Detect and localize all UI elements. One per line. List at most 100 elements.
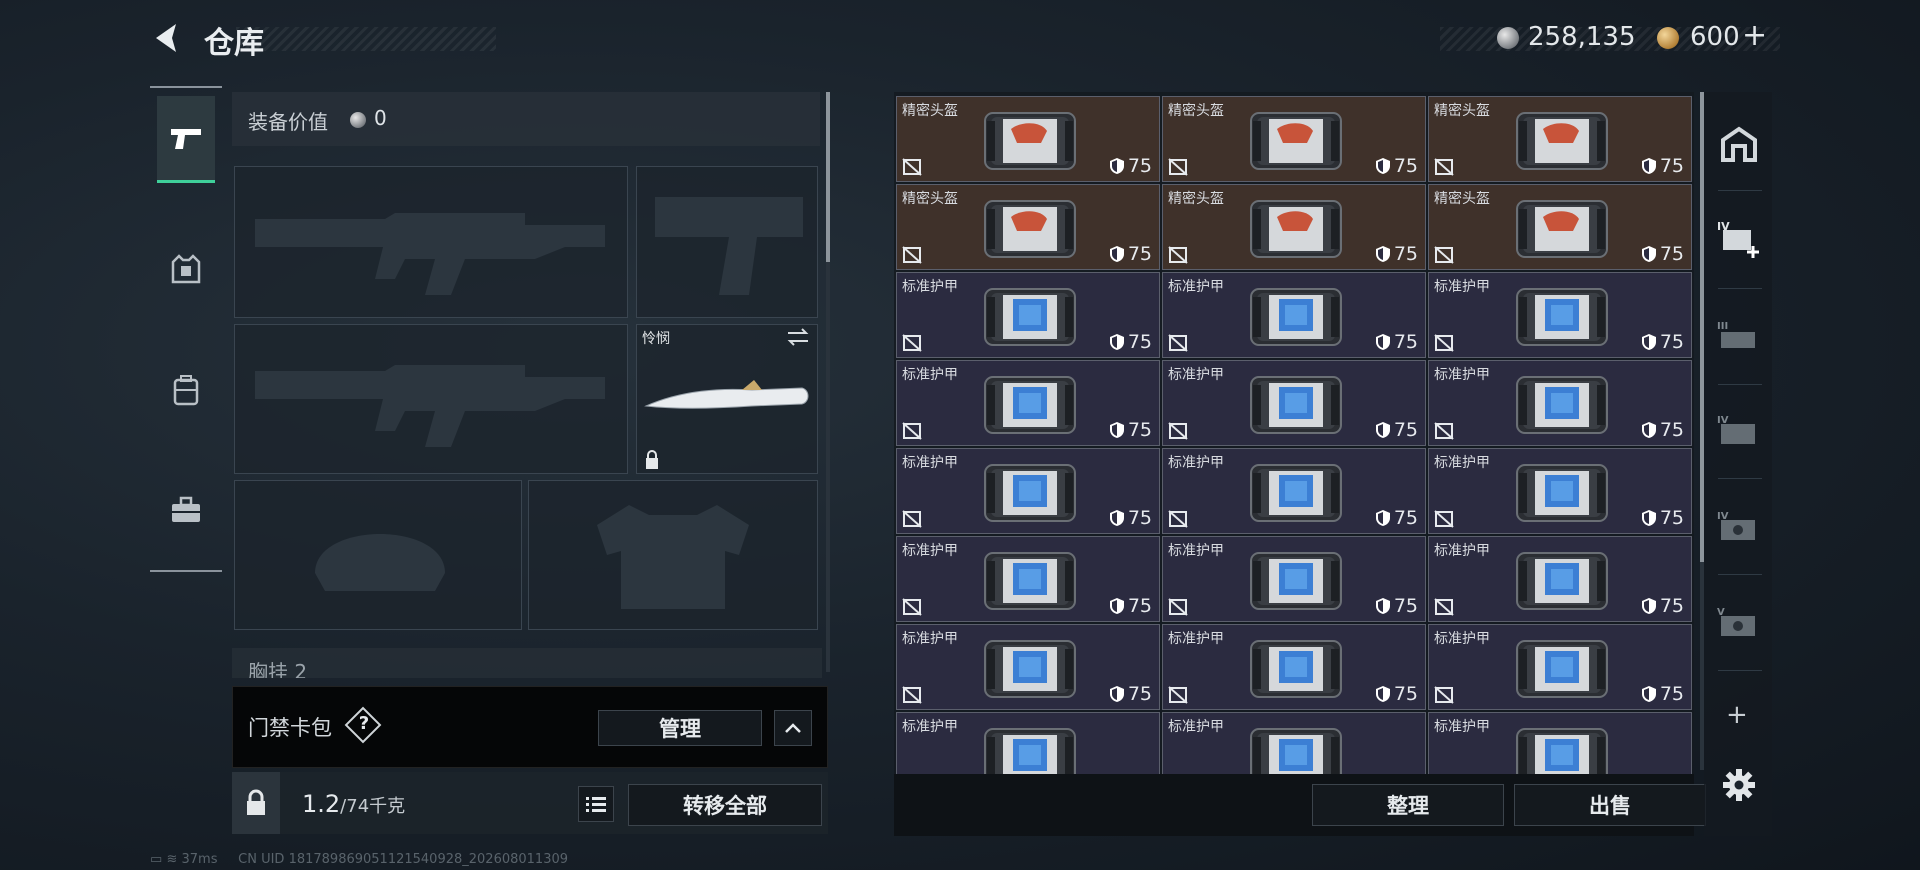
grid-item[interactable]: 标准护甲75 — [896, 360, 1160, 446]
grid-item[interactable]: 标准护甲75 — [896, 448, 1160, 534]
capacity-lock-button[interactable] — [232, 772, 280, 834]
svg-text:III: III — [1717, 321, 1728, 332]
durability-value: 75 — [1659, 595, 1684, 617]
no-insurance-icon — [1434, 510, 1454, 528]
grid-item[interactable]: 标准护甲75 — [896, 624, 1160, 710]
storage-tab-5[interactable]: IV — [1712, 484, 1766, 568]
grid-item[interactable]: 标准护甲75 — [1428, 536, 1692, 622]
pistol-silhouette-icon — [655, 197, 803, 295]
durability: 75 — [1375, 155, 1418, 177]
durability: 75 — [1375, 331, 1418, 353]
grid-item[interactable]: 标准护甲 75 — [1428, 448, 1692, 534]
armor-case-icon — [1516, 288, 1608, 346]
secondary-weapon-slot[interactable] — [234, 324, 628, 474]
durability: 75 — [1109, 155, 1152, 177]
armor-case-icon — [984, 728, 1076, 774]
durability: 75 — [1641, 507, 1684, 529]
no-insurance-icon — [1434, 422, 1454, 440]
sell-button[interactable]: 出售 — [1514, 784, 1706, 826]
no-insurance-icon — [1434, 158, 1454, 176]
grid-item[interactable]: 标准护甲75 — [1162, 448, 1426, 534]
grid-item[interactable]: 标准护甲75 — [1428, 624, 1692, 710]
no-insurance-icon — [1168, 334, 1188, 352]
storage-tab-expand-iv[interactable]: IV — [1712, 196, 1766, 280]
add-storage-button[interactable]: + — [1726, 700, 1748, 730]
grid-item[interactable]: 标准护甲 — [1428, 712, 1692, 774]
grid-item[interactable]: 标准护甲 — [1162, 712, 1426, 774]
primary-weapon-slot[interactable] — [234, 166, 628, 318]
keycard-label: 门禁卡包 — [248, 716, 332, 740]
grid-item[interactable]: 标准护甲75 — [1428, 360, 1692, 446]
no-insurance-icon — [1168, 246, 1188, 264]
durability: 75 — [1375, 595, 1418, 617]
grid-item[interactable]: 标准护甲75 — [896, 272, 1160, 358]
warehouse-grid: 精密头盔 75 精密头盔 75 精密头盔 75 精密头盔 75 精密头盔 75 精密头盔 75 标准护甲… — [896, 96, 1694, 774]
add-currency-button[interactable]: + — [1742, 18, 1767, 53]
manage-button[interactable]: 管理 — [598, 710, 762, 746]
armor-slot[interactable] — [528, 480, 818, 630]
durability-value: 75 — [1127, 419, 1152, 441]
swap-icon[interactable] — [786, 328, 810, 346]
grid-item[interactable]: 精密头盔 75 — [896, 96, 1160, 182]
grid-item[interactable]: 标准护甲75 — [1162, 360, 1426, 446]
gold-coin-icon — [1657, 27, 1679, 49]
equipment-value: 0 — [374, 106, 387, 130]
silver-coin-icon — [1497, 27, 1519, 49]
grid-item[interactable]: 标准护甲75 — [1162, 536, 1426, 622]
armor-case-icon — [984, 376, 1076, 434]
armor-case-icon — [984, 552, 1076, 610]
nav-tab-armor[interactable] — [157, 222, 215, 318]
shield-icon — [1641, 686, 1656, 702]
durability-value: 75 — [1659, 155, 1684, 177]
no-insurance-icon — [1168, 422, 1188, 440]
sidearm-slot[interactable] — [636, 166, 818, 318]
shield-icon — [1375, 246, 1390, 262]
item-name: 标准护甲 — [1168, 367, 1224, 383]
grid-item[interactable]: 精密头盔 75 — [1162, 184, 1426, 270]
lock-icon — [247, 789, 265, 815]
storage-tab-6[interactable]: V — [1712, 580, 1766, 664]
grid-item[interactable]: 标准护甲75 — [896, 536, 1160, 622]
nav-tab-backpack[interactable] — [157, 342, 215, 438]
durability: 75 — [1641, 683, 1684, 705]
grid-item[interactable]: 标准护甲75 — [896, 712, 1160, 774]
storage-tab-4[interactable]: IV — [1712, 388, 1766, 472]
nav-tab-weapons[interactable] — [157, 96, 215, 183]
grid-item[interactable]: 精密头盔 75 — [1162, 96, 1426, 182]
equipment-scrollbar-thumb[interactable] — [826, 92, 830, 262]
list-icon — [586, 797, 606, 812]
durability-value: 75 — [1659, 507, 1684, 529]
shield-icon — [1109, 334, 1124, 350]
tab-divider — [1718, 670, 1762, 671]
collapse-button[interactable] — [774, 710, 812, 746]
no-insurance-icon — [1434, 598, 1454, 616]
grid-item[interactable]: 精密头盔 75 — [1428, 184, 1692, 270]
item-name: 标准护甲 — [1434, 455, 1490, 471]
grid-item[interactable]: 标准护甲75 — [1162, 624, 1426, 710]
armor-case-icon — [1516, 640, 1608, 698]
no-insurance-icon — [1434, 686, 1454, 704]
durability-value: 75 — [1659, 331, 1684, 353]
armor-case-icon — [1250, 464, 1342, 522]
armor-case-icon — [984, 640, 1076, 698]
transfer-all-button[interactable]: 转移全部 — [628, 784, 822, 826]
no-insurance-icon — [902, 422, 922, 440]
storage-tab-3[interactable]: III — [1712, 294, 1766, 378]
grid-item[interactable]: 标准护甲75 — [1162, 272, 1426, 358]
durability: 75 — [1109, 419, 1152, 441]
storage-tab-main[interactable] — [1712, 102, 1766, 186]
grid-item[interactable]: 精密头盔 75 — [896, 184, 1160, 270]
armor-vest-icon — [171, 254, 201, 284]
settings-button[interactable] — [1722, 768, 1756, 806]
no-insurance-icon — [1168, 510, 1188, 528]
sort-button[interactable]: 整理 — [1312, 784, 1504, 826]
nav-tab-case[interactable] — [157, 462, 215, 558]
grid-item[interactable]: 精密头盔 75 — [1428, 96, 1692, 182]
durability: 75 — [1641, 155, 1684, 177]
shield-icon — [1375, 158, 1390, 174]
helmet-slot[interactable] — [234, 480, 522, 630]
grid-item[interactable]: 标准护甲75 — [1428, 272, 1692, 358]
list-view-button[interactable] — [578, 786, 614, 822]
back-button[interactable] — [150, 20, 182, 56]
durability: 75 — [1641, 331, 1684, 353]
